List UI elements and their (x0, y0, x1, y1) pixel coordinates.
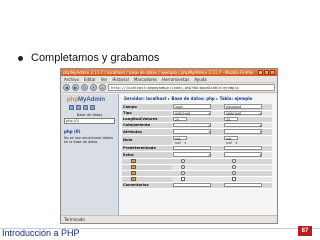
breadcrumb-database[interactable]: Base de datos: php (171, 96, 214, 101)
phpmyadmin-logo[interactable]: phpMyAdmin (67, 97, 118, 103)
left-pane: phpMyAdmin Base de datos php (0) php (0)… (61, 94, 119, 215)
default-input-2[interactable] (224, 145, 263, 150)
length-input-2[interactable]: 20 (224, 116, 239, 121)
type-select-1[interactable]: VARCHAR (173, 110, 211, 115)
menu-herramientas[interactable]: Herramientas (162, 77, 189, 82)
nav-toolbar: ◀ ▶ ↻ ✕ ⌂ http://localhost/phpmyadmin/in… (61, 83, 277, 93)
help-icon[interactable] (83, 105, 88, 110)
minimize-icon[interactable]: _ (258, 70, 263, 75)
collation-select-2[interactable] (224, 122, 263, 127)
fulltext-checkbox-1[interactable] (181, 176, 185, 181)
primary-key-icon (131, 158, 136, 163)
home-icon[interactable] (69, 105, 74, 110)
logo-prefix: php (67, 97, 78, 103)
primary-radio-2[interactable] (232, 158, 237, 163)
menu-editar[interactable]: Editar (84, 77, 96, 82)
primary-radio-1[interactable] (181, 158, 185, 163)
unique-radio-1[interactable] (181, 170, 185, 175)
length-input-1[interactable]: 20 (173, 116, 187, 121)
null-select-1[interactable]: not null (173, 135, 187, 144)
close-icon[interactable]: × (270, 70, 275, 75)
comment-input-1[interactable] (173, 182, 211, 187)
no-tables-message: No se han encontrado tablas en la base d… (64, 136, 113, 144)
default-input-1[interactable] (173, 145, 211, 150)
row-label-comentarios: Comentarios (122, 182, 172, 189)
window-title: phpMyAdmin 2.11.7 / localhost / base de … (63, 70, 254, 75)
docs-icon[interactable] (90, 105, 95, 110)
window-titlebar: phpMyAdmin 2.11.7 / localhost / base de … (61, 69, 277, 76)
field-name-input-1[interactable]: login (173, 104, 211, 109)
db-label: Base de datos (76, 113, 103, 117)
window-controls: _ □ × (258, 70, 275, 75)
index-radio-2[interactable] (232, 164, 237, 169)
db-select[interactable]: php (0) (64, 118, 115, 124)
index-radio-1[interactable] (181, 164, 185, 169)
home-icon[interactable]: ⌂ (99, 84, 106, 91)
db-name-link[interactable]: php (0) (64, 129, 118, 134)
comment-input-2[interactable] (224, 182, 263, 187)
menu-marcadores[interactable]: Marcadores (134, 77, 157, 82)
type-select-2[interactable]: VARCHAR (224, 110, 263, 115)
breadcrumb: Servidor: localhost ▸ Base de datos: php… (124, 96, 274, 101)
browser-window: phpMyAdmin 2.11.7 / localhost / base de … (60, 68, 278, 224)
row-label-nulo: Nulo (122, 135, 172, 146)
fulltext-checkbox-2[interactable] (232, 176, 237, 181)
unique-radio-2[interactable] (232, 170, 237, 175)
page-content: phpMyAdmin Base de datos php (0) php (0)… (61, 94, 277, 215)
forward-icon[interactable]: ▶ (72, 84, 79, 91)
page-number-badge: 87 (298, 226, 312, 236)
menu-bar: Archivo Editar Ver Historial Marcadores … (61, 76, 277, 83)
logo-suffix: MyAdmin (78, 97, 105, 103)
stop-icon[interactable]: ✕ (90, 84, 97, 91)
field-name-input-2[interactable]: password (224, 104, 263, 109)
bullet-icon (18, 55, 23, 61)
index-icon (131, 164, 136, 169)
sql-icon[interactable] (76, 105, 81, 110)
fulltext-icon (131, 176, 136, 181)
url-input[interactable]: http://localhost/phpmyadmin/index.php?db… (108, 84, 275, 91)
status-bar: Terminado (61, 215, 277, 223)
slide-footer-title: Introducción a PHP (2, 228, 80, 238)
menu-ayuda[interactable]: Ayuda (194, 77, 206, 82)
table-row: Comentarios (122, 182, 272, 189)
null-select-2[interactable]: not null (224, 135, 239, 144)
field-definition-table: Campo login password Tipo VARCHAR VARCHA… (122, 104, 272, 189)
menu-historial[interactable]: Historial (112, 77, 129, 82)
extra-select-1[interactable] (173, 152, 211, 157)
breadcrumb-separator: ▸ (216, 96, 219, 101)
table-row: Nulo not null not null (122, 135, 272, 146)
breadcrumb-separator: ▸ (167, 96, 170, 101)
attributes-select-2[interactable] (224, 129, 263, 134)
bullet-text: Completamos y grabamos (31, 52, 160, 64)
collation-select-1[interactable] (173, 122, 211, 127)
maximize-icon[interactable]: □ (264, 70, 269, 75)
menu-archivo[interactable]: Archivo (64, 77, 79, 82)
slide-bullet: Completamos y grabamos (18, 52, 159, 64)
attributes-select-1[interactable] (173, 129, 211, 134)
right-pane: Servidor: localhost ▸ Base de datos: php… (119, 94, 277, 215)
extra-select-2[interactable] (224, 152, 263, 157)
breadcrumb-server[interactable]: Servidor: localhost (124, 96, 167, 101)
unique-icon (131, 170, 136, 175)
menu-ver[interactable]: Ver (101, 77, 108, 82)
reload-icon[interactable]: ↻ (81, 84, 88, 91)
breadcrumb-table[interactable]: Tabla: ejemplo (220, 96, 253, 101)
back-icon[interactable]: ◀ (63, 84, 70, 91)
left-icon-bar (69, 105, 118, 110)
